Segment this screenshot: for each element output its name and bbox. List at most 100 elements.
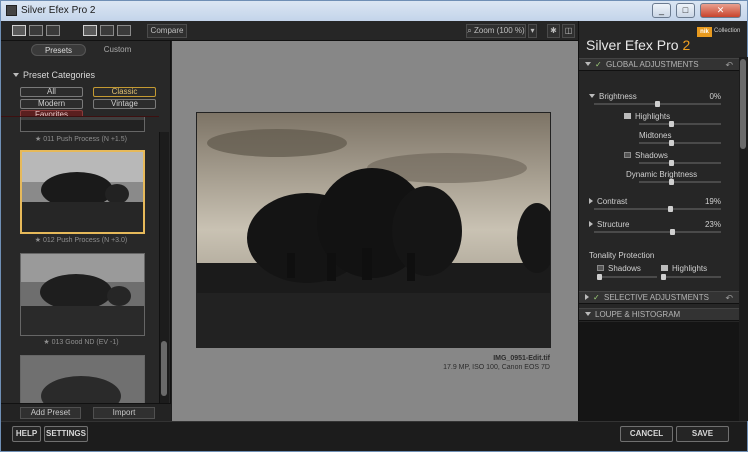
tonality-highlights-knob[interactable] xyxy=(661,274,666,280)
layout-dual-icon[interactable] xyxy=(117,25,131,36)
checkmark-icon[interactable]: ✓ xyxy=(595,59,603,70)
category-classic[interactable]: Classic xyxy=(93,87,156,97)
checkmark-icon[interactable]: ✓ xyxy=(593,292,601,303)
shadows-slider[interactable] xyxy=(639,160,721,166)
layout-split-icon[interactable] xyxy=(100,25,114,36)
image-caption: IMG_0951-Edit.tif 17.9 MP, ISO 100, Cano… xyxy=(443,354,550,372)
cancel-button[interactable]: CANCEL xyxy=(620,426,673,442)
midtones-label: Midtones xyxy=(639,131,672,140)
contrast-label[interactable]: Contrast xyxy=(589,197,627,206)
tab-custom[interactable]: Custom xyxy=(90,44,145,56)
preset-thumbnail-image xyxy=(22,152,143,232)
preset-label: ★ 011 Push Process (N +1.5) xyxy=(35,136,127,143)
app-window: Silver Efex Pro 2 _ □ ✕ Compare ⌕ Zoom (… xyxy=(0,0,748,452)
layout-single-icon[interactable] xyxy=(83,25,97,36)
image-canvas: IMG_0951-Edit.tif 17.9 MP, ISO 100, Cano… xyxy=(172,41,578,421)
expand-triangle-icon xyxy=(589,198,593,204)
structure-label[interactable]: Structure xyxy=(589,220,629,229)
dynamic-brightness-knob[interactable] xyxy=(669,179,674,185)
brightness-value: 0% xyxy=(709,92,721,101)
global-adjustments-header[interactable]: ✓ GLOBAL ADJUSTMENTS ↶ xyxy=(579,58,739,71)
loupe-view[interactable] xyxy=(579,322,739,421)
brightness-label[interactable]: Brightness xyxy=(589,92,637,101)
brightness-slider[interactable] xyxy=(594,101,721,107)
minimize-button[interactable]: _ xyxy=(652,3,671,18)
shadows-knob[interactable] xyxy=(669,160,674,166)
expand-triangle-icon xyxy=(585,294,589,300)
background-icon[interactable]: ◫ xyxy=(562,24,575,38)
preset-thumbnail-image xyxy=(21,254,144,335)
preset-thumbnail[interactable] xyxy=(20,150,145,234)
side-by-side-icon[interactable] xyxy=(46,25,60,36)
highlights-knob[interactable] xyxy=(669,121,674,127)
dynamic-brightness-slider[interactable] xyxy=(639,179,721,185)
preset-label: ★ 012 Push Process (N +3.0) xyxy=(34,237,128,244)
preset-categories-header[interactable]: Preset Categories xyxy=(13,70,95,80)
preview-image[interactable] xyxy=(196,112,557,348)
reset-icon[interactable]: ↶ xyxy=(725,60,733,71)
preset-thumbnail[interactable] xyxy=(20,355,145,408)
preset-thumbnail-image xyxy=(21,356,144,408)
preset-thumbnail[interactable] xyxy=(20,253,145,336)
preset-thumbnail[interactable] xyxy=(20,117,145,132)
save-button[interactable]: SAVE xyxy=(676,426,729,442)
import-button[interactable]: Import xyxy=(93,407,155,419)
preset-label: ★ 013 Good ND (EV -1) xyxy=(43,339,119,346)
adjustments-scrollbar[interactable] xyxy=(739,57,748,421)
preview-photo xyxy=(197,113,557,347)
structure-slider[interactable] xyxy=(594,229,721,235)
collapse-triangle-icon xyxy=(585,62,591,66)
preset-thumbnail-list: ★ 011 Push Process (N +1.5) ★ 012 Push P… xyxy=(1,116,159,408)
highlights-icon xyxy=(661,265,668,271)
zoom-control[interactable]: ⌕ Zoom (100 %) xyxy=(466,24,526,38)
collapse-triangle-icon xyxy=(13,73,19,77)
shadows-icon xyxy=(597,265,604,271)
structure-knob[interactable] xyxy=(670,229,675,235)
close-button[interactable]: ✕ xyxy=(700,3,741,18)
shadows-label: Shadows xyxy=(624,151,668,160)
add-preset-button[interactable]: Add Preset xyxy=(20,407,81,419)
zoom-dropdown-icon[interactable]: ▾ xyxy=(528,24,537,38)
highlights-icon xyxy=(624,113,631,119)
presets-scrollbar[interactable] xyxy=(159,132,169,407)
contrast-knob[interactable] xyxy=(668,206,673,212)
brand-version: 2 xyxy=(682,37,691,53)
tonality-highlights-slider[interactable] xyxy=(661,274,721,280)
tonality-shadows-slider[interactable] xyxy=(597,274,657,280)
collapse-triangle-icon xyxy=(585,312,591,316)
tonality-shadows-knob[interactable] xyxy=(597,274,602,280)
category-modern[interactable]: Modern xyxy=(20,99,83,109)
midtones-knob[interactable] xyxy=(669,140,674,146)
tonality-protection-label: Tonality Protection xyxy=(589,251,655,260)
adjustments-scroll-thumb[interactable] xyxy=(740,59,746,149)
highlights-slider[interactable] xyxy=(639,121,721,127)
single-view-icon[interactable] xyxy=(12,25,26,36)
maximize-button[interactable]: □ xyxy=(676,3,695,18)
brightness-knob[interactable] xyxy=(655,101,660,107)
category-vintage[interactable]: Vintage xyxy=(93,99,156,109)
settings-button[interactable]: SETTINGS xyxy=(44,426,88,442)
compare-button[interactable]: Compare xyxy=(147,24,187,38)
presets-footer: Add Preset Import xyxy=(1,403,171,421)
tonality-highlights-label: Highlights xyxy=(661,264,707,273)
contrast-slider[interactable] xyxy=(594,206,721,212)
tab-presets[interactable]: Presets xyxy=(31,44,86,56)
tonality-shadows-label: Shadows xyxy=(597,264,641,273)
midtones-slider[interactable] xyxy=(639,140,721,146)
expand-triangle-icon xyxy=(589,221,593,227)
split-view-icon[interactable] xyxy=(29,25,43,36)
reset-icon[interactable]: ↶ xyxy=(725,293,733,304)
title-bar: Silver Efex Pro 2 _ □ ✕ xyxy=(1,1,747,21)
presets-scroll-thumb[interactable] xyxy=(161,341,167,396)
help-button[interactable]: HELP xyxy=(12,426,41,442)
zoom-label: Zoom (100 %) xyxy=(474,26,525,35)
highlights-label: Highlights xyxy=(624,112,670,121)
category-all[interactable]: All xyxy=(20,87,83,97)
lightbulb-icon[interactable]: ✱ xyxy=(547,24,560,38)
structure-value: 23% xyxy=(704,220,721,229)
shadows-icon xyxy=(624,152,631,158)
image-meta: 17.9 MP, ISO 100, Canon EOS 7D xyxy=(443,364,550,371)
loupe-histogram-header[interactable]: LOUPE & HISTOGRAM xyxy=(579,308,739,321)
nik-collection-logo: nik Collection xyxy=(697,27,741,37)
selective-adjustments-header[interactable]: ✓ SELECTIVE ADJUSTMENTS ↶ xyxy=(579,291,739,304)
